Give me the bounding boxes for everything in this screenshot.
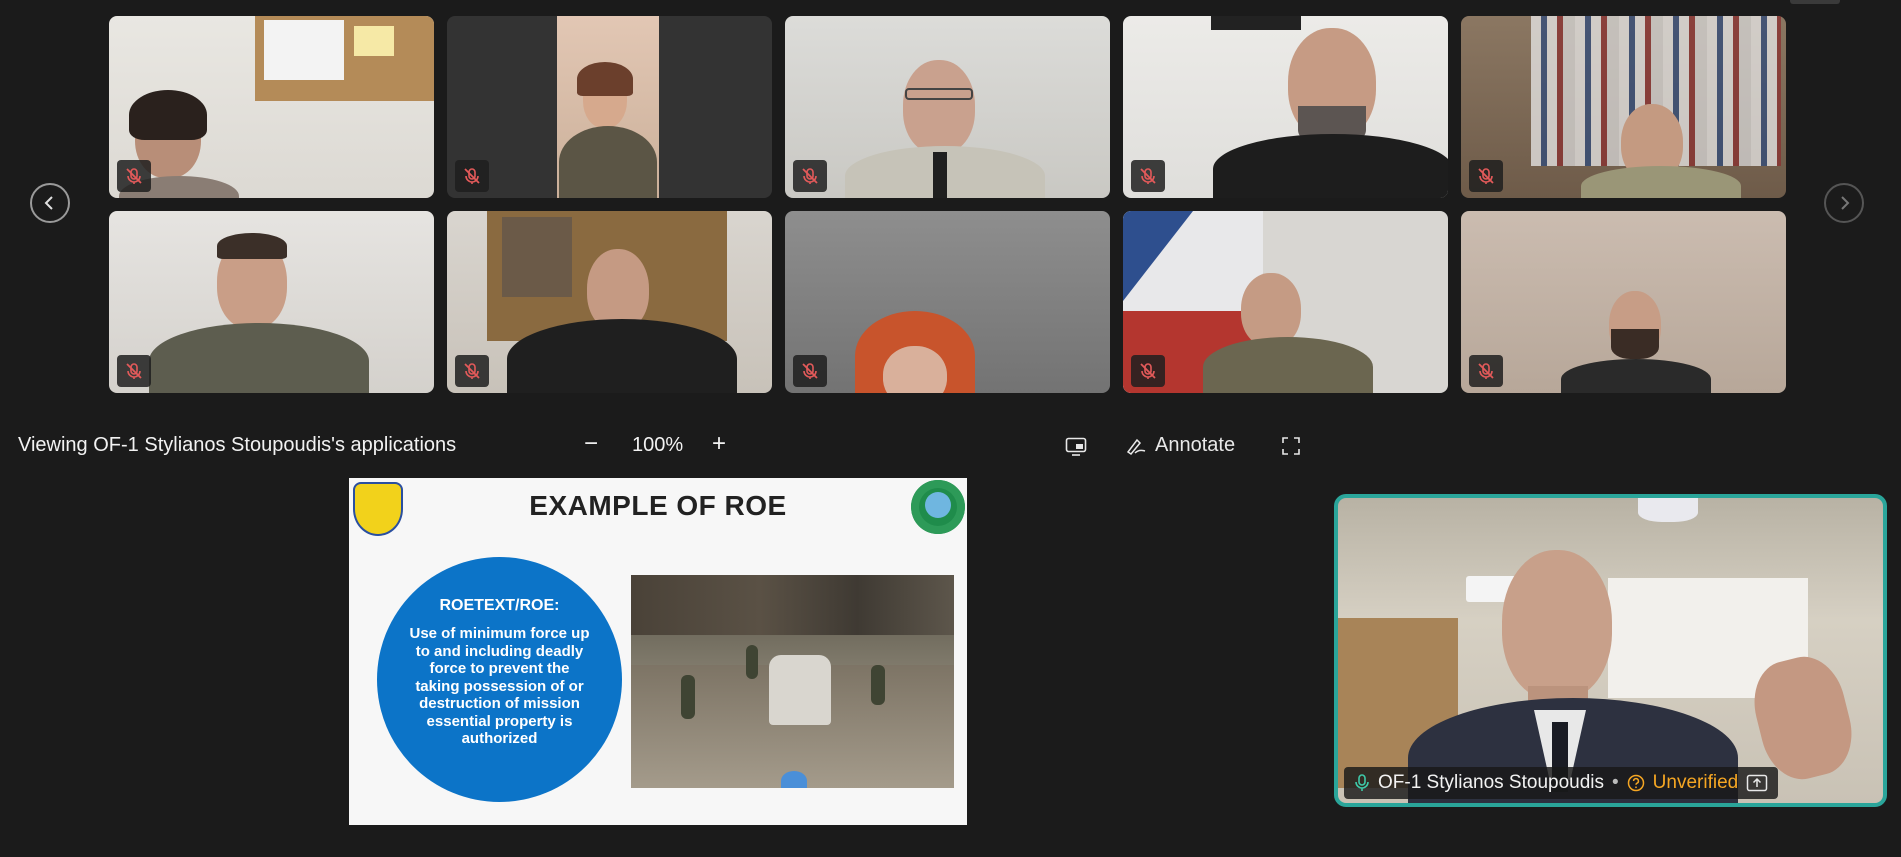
- participant-tile[interactable]: [1461, 16, 1786, 198]
- ceiling-light: [1638, 498, 1698, 522]
- microphone-muted-icon: [126, 168, 142, 184]
- participant-head: [883, 346, 947, 393]
- participant-body: [1561, 359, 1711, 393]
- participant-body: [1581, 166, 1741, 198]
- wall-device: [1211, 16, 1301, 30]
- zoom-in-button[interactable]: +: [712, 430, 726, 458]
- flag-blue: [1123, 211, 1193, 301]
- zoom-out-button[interactable]: −: [584, 430, 598, 458]
- roe-text: Use of minimum force up to and including…: [409, 625, 590, 747]
- participant-head: [1241, 273, 1301, 347]
- armored-vehicle: [769, 655, 831, 725]
- participant-tile[interactable]: [1123, 16, 1448, 198]
- mute-indicator: [793, 160, 827, 192]
- top-edge-control: [1790, 0, 1840, 4]
- annotate-label: Annotate: [1155, 434, 1236, 456]
- label-separator: •: [1612, 772, 1619, 793]
- blue-helmet: [781, 771, 807, 788]
- participant-body: [559, 126, 657, 198]
- mute-indicator: [1469, 160, 1503, 192]
- speaker-head: [1502, 550, 1612, 700]
- pen-icon: [1126, 438, 1146, 455]
- mute-indicator: [1131, 160, 1165, 192]
- mute-indicator: [455, 355, 489, 387]
- participant-tie: [933, 152, 947, 198]
- speaker-name: OF-1 Stylianos Stoupoudis: [1378, 772, 1605, 793]
- participant-head: [903, 60, 975, 154]
- help-circle-icon: [1627, 774, 1644, 792]
- share-viewing-title: Viewing OF-1 Stylianos Stoupoudis's appl…: [18, 434, 457, 456]
- annotate-button[interactable]: Annotate: [1125, 434, 1235, 457]
- microphone-muted-icon: [1140, 363, 1156, 379]
- microphone-muted-icon: [464, 363, 480, 379]
- roe-heading: ROETEXT/ROE:: [439, 597, 560, 614]
- mute-indicator: [455, 160, 489, 192]
- microphone-muted-icon: [802, 363, 818, 379]
- pop-out-screen-button[interactable]: [1065, 437, 1087, 463]
- cabinet-glass: [502, 217, 572, 297]
- photo-buildings: [631, 575, 954, 635]
- mute-indicator: [793, 355, 827, 387]
- expand-icon: [1282, 437, 1300, 455]
- participant-hair: [577, 62, 633, 96]
- microphone-muted-icon: [1478, 168, 1494, 184]
- gallery-next-button[interactable]: [1824, 183, 1864, 223]
- speaker-name-label: OF-1 Stylianos Stoupoudis • Unverified: [1344, 767, 1779, 799]
- microphone-muted-icon: [464, 168, 480, 184]
- slide-photo: [631, 575, 954, 788]
- microphone-muted-icon: [802, 168, 818, 184]
- participant-tile[interactable]: [447, 16, 772, 198]
- zoom-level: 100%: [632, 434, 684, 456]
- verification-status: Unverified: [1652, 772, 1739, 793]
- active-speaker-tile[interactable]: OF-1 Stylianos Stoupoudis • Unverified: [1334, 494, 1887, 807]
- participant-body: [149, 323, 369, 393]
- microphone-muted-icon: [1478, 363, 1494, 379]
- microphone-icon: [1355, 774, 1369, 791]
- microphone-muted-icon: [126, 363, 142, 379]
- share-tray-icon[interactable]: [1746, 774, 1768, 792]
- paper-note: [264, 20, 344, 80]
- participant-tile[interactable]: [785, 16, 1110, 198]
- participant-tile[interactable]: [785, 211, 1110, 393]
- participant-tile[interactable]: [447, 211, 772, 393]
- soldier-figure: [681, 675, 695, 719]
- participant-beard: [1611, 329, 1659, 359]
- participant-body: [1213, 134, 1448, 198]
- participant-tile[interactable]: [109, 16, 434, 198]
- participant-hair: [129, 90, 207, 140]
- participant-tile[interactable]: [1123, 211, 1448, 393]
- participant-body: [507, 319, 737, 393]
- gallery-prev-button[interactable]: [30, 183, 70, 223]
- chevron-left-icon: [44, 196, 53, 210]
- participant-tile[interactable]: [109, 211, 434, 393]
- mute-indicator: [117, 160, 151, 192]
- microphone-muted-icon: [1140, 168, 1156, 184]
- screen-share-icon: [1065, 437, 1087, 456]
- chevron-right-icon: [1841, 196, 1850, 210]
- participant-tile[interactable]: [1461, 211, 1786, 393]
- shared-slide: EXAMPLE OF ROE ROETEXT/ROE: Use of minim…: [349, 478, 967, 825]
- participant-body: [1203, 337, 1373, 393]
- roe-circle: ROETEXT/ROE: Use of minimum force up to …: [377, 557, 622, 802]
- fullscreen-button[interactable]: [1281, 436, 1301, 462]
- paper-note: [354, 26, 394, 56]
- slide-title: EXAMPLE OF ROE: [529, 490, 787, 521]
- soldier-figure: [746, 645, 758, 679]
- mute-indicator: [1469, 355, 1503, 387]
- soldier-figure: [871, 665, 885, 705]
- participant-hair: [217, 233, 287, 259]
- mute-indicator: [117, 355, 151, 387]
- mute-indicator: [1131, 355, 1165, 387]
- participant-glasses: [905, 88, 973, 100]
